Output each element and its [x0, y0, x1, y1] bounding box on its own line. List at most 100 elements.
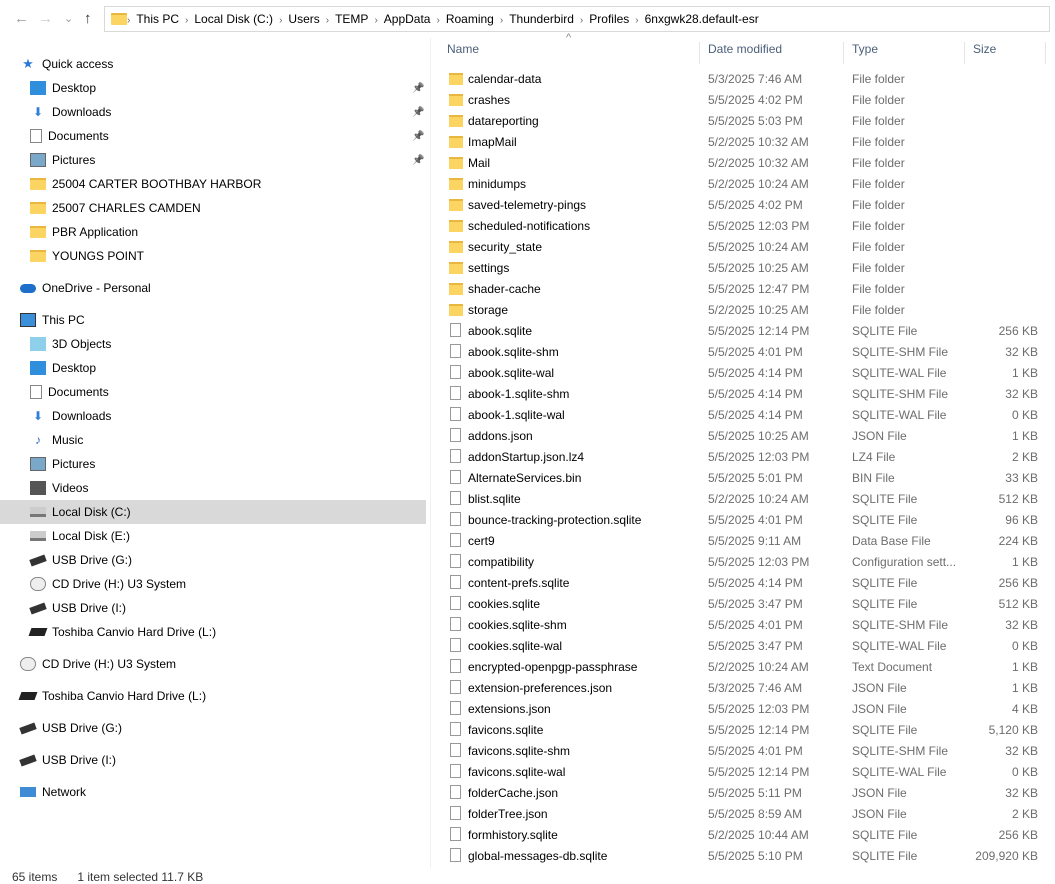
sidebar-item[interactable]: Documents 📌 [0, 124, 426, 148]
breadcrumb-item[interactable]: Thunderbird [509, 12, 574, 26]
column-size[interactable]: Size [966, 42, 1046, 64]
breadcrumb-item[interactable]: Users [288, 12, 319, 26]
breadcrumb-item[interactable]: This PC [136, 12, 179, 26]
sidebar-item[interactable]: Desktop [0, 356, 426, 380]
file-type: SQLITE File [852, 491, 918, 506]
sidebar-item-label: Network [42, 785, 87, 799]
file-row[interactable]: folderTree.json 5/5/2025 8:59 AM JSON File… [440, 803, 1050, 824]
column-type[interactable]: Type [845, 42, 965, 64]
sidebar-item[interactable]: 25004 CARTER BOOTHBAY HARBOR [0, 172, 426, 196]
file-date: 5/5/2025 12:03 PM [708, 701, 810, 716]
address-bar[interactable]: › This PC › Local Disk (C:) › Users › TEMP › AppD… [104, 6, 1050, 32]
file-row[interactable]: compatibility 5/5/2025 12:03 PM Configurat… [440, 551, 1050, 572]
breadcrumb-item[interactable]: Local Disk (C:) [194, 12, 273, 26]
sidebar-item[interactable]: Documents [0, 380, 426, 404]
forward-button[interactable]: → [38, 10, 53, 27]
breadcrumb-item[interactable]: Profiles [589, 12, 629, 26]
up-button[interactable]: ↑ [84, 10, 92, 27]
recent-locations-button[interactable]: ⌄ [64, 12, 73, 25]
file-row[interactable]: extensions.json 5/5/2025 12:03 PM JSON Fil… [440, 698, 1050, 719]
sidebar-item[interactable]: ⬇ Downloads 📌 [0, 100, 426, 124]
file-row[interactable]: extension-preferences.json 5/3/2025 7:46 … [440, 677, 1050, 698]
file-type: SQLITE File [852, 596, 918, 611]
sidebar-item[interactable]: USB Drive (I:) [0, 596, 426, 620]
sidebar-item[interactable]: USB Drive (I:) [0, 748, 426, 772]
sidebar-item[interactable]: Toshiba Canvio Hard Drive (L:) [0, 620, 426, 644]
sidebar-item[interactable]: USB Drive (G:) [0, 716, 426, 740]
file-icon [450, 554, 461, 568]
file-row[interactable]: formhistory.sqlite 5/2/2025 10:44 AM SQLIT… [440, 824, 1050, 845]
file-type: JSON File [852, 680, 907, 695]
file-row[interactable]: ImapMail 5/2/2025 10:32 AM File folder [440, 131, 1050, 152]
sidebar-item-label: USB Drive (I:) [42, 753, 117, 767]
file-name: abook.sqlite [468, 323, 533, 338]
file-row[interactable]: datareporting 5/5/2025 5:03 PM File folder [440, 110, 1050, 131]
file-row[interactable]: abook-1.sqlite-shm 5/5/2025 4:14 PM SQLITE… [440, 383, 1050, 404]
breadcrumb-item[interactable]: Roaming [446, 12, 494, 26]
file-row[interactable]: cookies.sqlite-wal 5/5/2025 3:47 PM SQLITE… [440, 635, 1050, 656]
sidebar-item[interactable]: Network [0, 780, 426, 804]
file-row[interactable]: security_state 5/5/2025 10:24 AM File fold… [440, 236, 1050, 257]
file-row[interactable]: scheduled-notifications 5/5/2025 12:03 PM… [440, 215, 1050, 236]
sidebar-item[interactable]: USB Drive (G:) [0, 548, 426, 572]
sidebar-item[interactable]: OneDrive - Personal [0, 276, 426, 300]
file-row[interactable]: favicons.sqlite 5/5/2025 12:14 PM SQLITE F… [440, 719, 1050, 740]
sidebar-item[interactable]: 25007 CHARLES CAMDEN [0, 196, 426, 220]
file-row[interactable]: calendar-data 5/3/2025 7:46 AM File folder [440, 68, 1050, 89]
column-date-modified[interactable]: Date modified [701, 42, 844, 64]
file-name: extension-preferences.json [468, 680, 613, 695]
sidebar-item[interactable]: 3D Objects [0, 332, 426, 356]
sidebar-item[interactable]: CD Drive (H:) U3 System [0, 572, 426, 596]
breadcrumb-item[interactable]: TEMP [335, 12, 368, 26]
file-row[interactable]: settings 5/5/2025 10:25 AM File folder [440, 257, 1050, 278]
file-row[interactable]: favicons.sqlite-wal 5/5/2025 12:14 PM SQLI… [440, 761, 1050, 782]
file-icon [450, 785, 461, 799]
sidebar-item[interactable]: Local Disk (C:) [0, 500, 426, 524]
sidebar-item[interactable]: Local Disk (E:) [0, 524, 426, 548]
file-row[interactable]: saved-telemetry-pings 5/5/2025 4:02 PM Fil… [440, 194, 1050, 215]
sidebar-item[interactable]: ⬇ Downloads [0, 404, 426, 428]
sidebar-item[interactable]: YOUNGS POINT [0, 244, 426, 268]
file-row[interactable]: addons.json 5/5/2025 10:25 AM JSON File 1 K… [440, 425, 1050, 446]
file-row[interactable]: encrypted-openpgp-passphrase 5/2/2025 10:… [440, 656, 1050, 677]
file-row[interactable]: blist.sqlite 5/2/2025 10:24 AM SQLITE File… [440, 488, 1050, 509]
file-row[interactable]: cookies.sqlite 5/5/2025 3:47 PM SQLITE Fil… [440, 593, 1050, 614]
breadcrumb-item[interactable]: 6nxgwk28.default-esr [645, 12, 759, 26]
file-row[interactable]: cert9 5/5/2025 9:11 AM Data Base File 224 K… [440, 530, 1050, 551]
file-row[interactable]: crashes 5/5/2025 4:02 PM File folder [440, 89, 1050, 110]
file-name: favicons.sqlite [468, 722, 544, 737]
file-row[interactable]: favicons.sqlite-shm 5/5/2025 4:01 PM SQLIT… [440, 740, 1050, 761]
file-row[interactable]: minidumps 5/2/2025 10:24 AM File folder [440, 173, 1050, 194]
file-size: 32 KB [1005, 785, 1038, 800]
sidebar-item[interactable]: Videos [0, 476, 426, 500]
file-row[interactable]: Mail 5/2/2025 10:32 AM File folder [440, 152, 1050, 173]
breadcrumb-item[interactable]: AppData [384, 12, 431, 26]
file-row[interactable]: cookies.sqlite-shm 5/5/2025 4:01 PM SQLITE… [440, 614, 1050, 635]
file-icon [450, 827, 461, 841]
sidebar-item[interactable]: This PC [0, 308, 426, 332]
file-row[interactable]: content-prefs.sqlite 5/5/2025 4:14 PM SQLI… [440, 572, 1050, 593]
file-row[interactable]: global-messages-db.sqlite 5/5/2025 5:10 P… [440, 845, 1050, 866]
file-row[interactable]: storage 5/2/2025 10:25 AM File folder [440, 299, 1050, 320]
back-button[interactable]: ← [14, 10, 29, 27]
sidebar-item[interactable]: PBR Application [0, 220, 426, 244]
sidebar-item[interactable]: Desktop 📌 [0, 76, 426, 100]
file-row[interactable]: abook.sqlite 5/5/2025 12:14 PM SQLITE File… [440, 320, 1050, 341]
file-row[interactable]: abook.sqlite-wal 5/5/2025 4:14 PM SQLITE-W… [440, 362, 1050, 383]
file-row[interactable]: abook-1.sqlite-wal 5/5/2025 4:14 PM SQLITE… [440, 404, 1050, 425]
file-row[interactable]: bounce-tracking-protection.sqlite 5/5/202… [440, 509, 1050, 530]
file-row[interactable]: addonStartup.json.lz4 5/5/2025 12:03 PM LZ… [440, 446, 1050, 467]
sidebar-item[interactable]: Toshiba Canvio Hard Drive (L:) [0, 684, 426, 708]
file-row[interactable]: shader-cache 5/5/2025 12:47 PM File folder [440, 278, 1050, 299]
file-row[interactable]: abook.sqlite-shm 5/5/2025 4:01 PM SQLITE-S… [440, 341, 1050, 362]
file-row[interactable]: folderCache.json 5/5/2025 5:11 PM JSON Fil… [440, 782, 1050, 803]
sidebar-item[interactable]: ★ Quick access [0, 52, 426, 76]
sidebar-item[interactable]: CD Drive (H:) U3 System [0, 652, 426, 676]
sidebar-item[interactable]: Pictures [0, 452, 426, 476]
sidebar-item[interactable]: Pictures 📌 [0, 148, 426, 172]
pane-divider[interactable] [430, 38, 431, 868]
column-name[interactable]: Name [440, 42, 700, 64]
file-icon [450, 575, 461, 589]
sidebar-item[interactable]: ♪ Music [0, 428, 426, 452]
file-row[interactable]: AlternateServices.bin 5/5/2025 5:01 PM BIN… [440, 467, 1050, 488]
